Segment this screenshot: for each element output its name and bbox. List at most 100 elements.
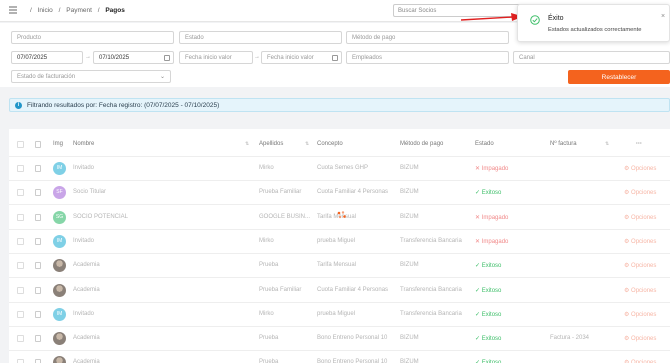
row-checkbox[interactable]	[17, 335, 24, 343]
status-badge: ✓ Exitoso	[475, 287, 501, 294]
options-button[interactable]: ⚙ Opciones	[624, 165, 656, 172]
table-row[interactable]: IM Invitado Mirko Cuota Semes GHP BIZUM ✕ Imp…	[9, 157, 670, 181]
status-badge: ✓ Exitoso	[475, 359, 501, 363]
row-checkbox[interactable]	[17, 262, 24, 270]
x-icon: ✕	[475, 166, 482, 172]
col-img: Img	[53, 141, 64, 147]
calendar-icon	[164, 55, 170, 61]
gear-icon: ⚙	[624, 311, 632, 318]
options-button[interactable]: ⚙ Opciones	[624, 287, 656, 294]
options-button[interactable]: ⚙ Opciones	[624, 311, 656, 318]
col-estado[interactable]: Estado	[475, 141, 494, 147]
row-checkbox[interactable]	[17, 310, 24, 318]
producto-field[interactable]: Producto	[11, 31, 174, 44]
document-icon[interactable]	[35, 359, 41, 363]
options-button[interactable]: ⚙ Opciones	[624, 214, 656, 221]
table-row[interactable]: IM Invitado Mirko prueba Miguel Transferenci…	[9, 230, 670, 254]
status-text: Impagado	[481, 214, 509, 221]
menu-icon[interactable]	[9, 6, 17, 14]
toast-title: Éxito	[548, 15, 564, 22]
gear-icon: ⚙	[624, 214, 632, 221]
cell-metodo: BIZUM	[400, 359, 419, 363]
options-button[interactable]: ⚙ Opciones	[624, 189, 656, 196]
options-label: Opciones	[631, 238, 657, 245]
metodo-pago-field[interactable]: Método de pago	[346, 31, 509, 44]
options-label: Opciones	[631, 166, 657, 172]
options-label: Opciones	[631, 263, 657, 270]
more-columns-icon[interactable]: ···	[636, 141, 642, 147]
reset-button[interactable]: Restablecer	[568, 70, 670, 84]
avatar	[53, 356, 66, 363]
cell-factura: Factura - 2034	[550, 335, 590, 342]
fecha-inicio-valor-field[interactable]: Fecha inicio valor	[179, 51, 253, 64]
status-badge: ✓ Exitoso	[475, 189, 501, 196]
row-checkbox[interactable]	[17, 213, 24, 221]
fecha-fin-valor-field[interactable]: Fecha inicio valor	[261, 51, 342, 64]
col-factura[interactable]: Nº factura	[550, 141, 577, 147]
options-label: Opciones	[631, 336, 657, 343]
cell-metodo: BIZUM	[400, 165, 419, 171]
row-checkbox[interactable]	[17, 286, 24, 294]
gear-icon: ⚙	[624, 166, 632, 172]
options-button[interactable]: ⚙ Opciones	[624, 335, 656, 342]
estado-facturacion-field[interactable]: Estado de facturación ⌄	[11, 70, 171, 83]
sort-icon[interactable]: ⇅	[305, 141, 309, 147]
document-icon[interactable]	[35, 189, 41, 197]
row-checkbox[interactable]	[17, 237, 24, 245]
options-label: Opciones	[631, 311, 657, 318]
row-checkbox[interactable]	[17, 165, 24, 172]
document-icon[interactable]	[35, 237, 41, 245]
avatar: SG	[53, 210, 66, 224]
empleados-field[interactable]: Empleados	[346, 51, 509, 64]
check-icon: ✓	[475, 336, 482, 343]
close-icon[interactable]: ×	[661, 13, 665, 20]
cell-metodo: BIZUM	[400, 262, 419, 269]
col-concepto[interactable]: Concepto	[317, 141, 343, 147]
status-text: Impagado	[481, 166, 509, 172]
fecha-hasta-field[interactable]: 07/10/2025	[93, 51, 174, 64]
canal-field[interactable]: Canal	[513, 51, 670, 64]
options-button[interactable]: ⚙ Opciones	[624, 262, 656, 269]
col-apellidos[interactable]: Apellidos	[259, 141, 283, 147]
table-row[interactable]: Academia Prueba Bono Entreno Personal 10 BI…	[9, 327, 670, 352]
cell-apellidos: Prueba Familiar	[259, 189, 302, 196]
calendar-icon	[332, 55, 338, 61]
gear-icon: ⚙	[624, 238, 632, 245]
gear-icon: ⚙	[624, 263, 632, 270]
cell-metodo: BIZUM	[400, 213, 419, 220]
row-checkbox[interactable]	[17, 359, 24, 363]
document-icon[interactable]	[35, 310, 41, 318]
table-row[interactable]: Academia Prueba Tarifa Mensual BIZUM ✓ Exito…	[9, 254, 670, 279]
cell-nombre: Invitado	[73, 310, 95, 317]
fecha-desde-field[interactable]: 07/07/2025	[11, 51, 83, 64]
table-row[interactable]: Academia Prueba Bono Entreno Personal 10 BI…	[9, 351, 670, 363]
options-button[interactable]: ⚙ Opciones	[624, 238, 656, 245]
avatar: SF	[53, 186, 66, 200]
info-text: Fecha registro: (07/07/2025 - 07/10/2025…	[98, 102, 220, 109]
table-header: Img Nombre ⇅ Apellidos ⇅ Concepto Método…	[9, 133, 670, 157]
cell-nombre: Invitado	[73, 165, 95, 171]
document-icon[interactable]	[35, 335, 41, 343]
row-checkbox[interactable]	[17, 189, 24, 197]
document-icon[interactable]	[35, 165, 41, 172]
status-text: Exitoso	[481, 190, 502, 197]
table-row[interactable]: IM Invitado Mirko prueba Miguel Transferenci…	[9, 303, 670, 327]
estado-field[interactable]: Estado	[179, 31, 342, 44]
select-all-checkbox[interactable]	[17, 141, 24, 148]
document-icon[interactable]	[35, 213, 41, 221]
col-metodo[interactable]: Método de pago	[400, 141, 443, 147]
col-nombre[interactable]: Nombre	[73, 141, 94, 147]
options-button[interactable]: ⚙ Opciones	[624, 359, 656, 363]
sort-icon[interactable]: ⇅	[605, 141, 609, 147]
table-row[interactable]: SF Socio Titular Prueba Familiar Cuota Fami…	[9, 181, 670, 206]
document-icon[interactable]	[35, 286, 41, 294]
breadcrumb-inicio[interactable]: Inicio	[38, 7, 53, 14]
cell-concepto: Tarifa Mensual	[317, 262, 357, 269]
cell-nombre: Academia	[73, 359, 100, 363]
document-icon[interactable]	[35, 262, 41, 270]
sort-icon[interactable]: ⇅	[245, 141, 249, 147]
table-row[interactable]: Academia Prueba Familiar Cuota Familiar 4 …	[9, 279, 670, 303]
cell-concepto: Bono Entreno Personal 10	[317, 335, 388, 342]
breadcrumb-payment[interactable]: Payment	[66, 7, 92, 14]
info-icon: i	[15, 102, 22, 109]
